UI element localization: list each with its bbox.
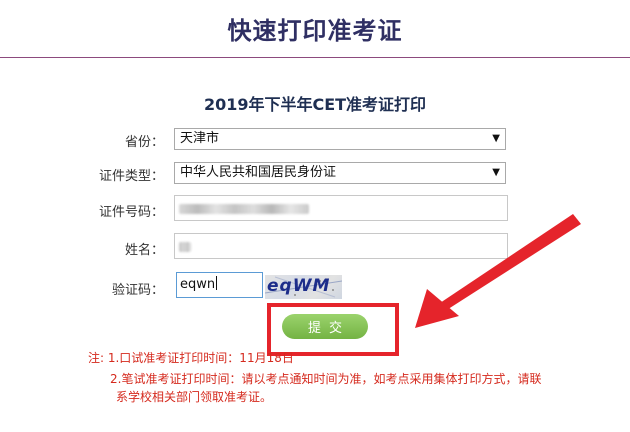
annotation-arrow-icon bbox=[415, 214, 581, 328]
note-line-3: 系学校相关部门领取准考证。 bbox=[116, 390, 273, 404]
note-line-2: 2.笔试准考证打印时间：请以考点通知时间为准，如考点采用集体打印方式，请联 bbox=[110, 372, 542, 386]
note-line-1: 注: 1.口试准考证打印时间：11月18日 bbox=[88, 351, 294, 365]
cet-print-page: 快速打印准考证 2019年下半年CET准考证打印 省份： 天津市 ▼ 证件类型：… bbox=[0, 0, 630, 432]
